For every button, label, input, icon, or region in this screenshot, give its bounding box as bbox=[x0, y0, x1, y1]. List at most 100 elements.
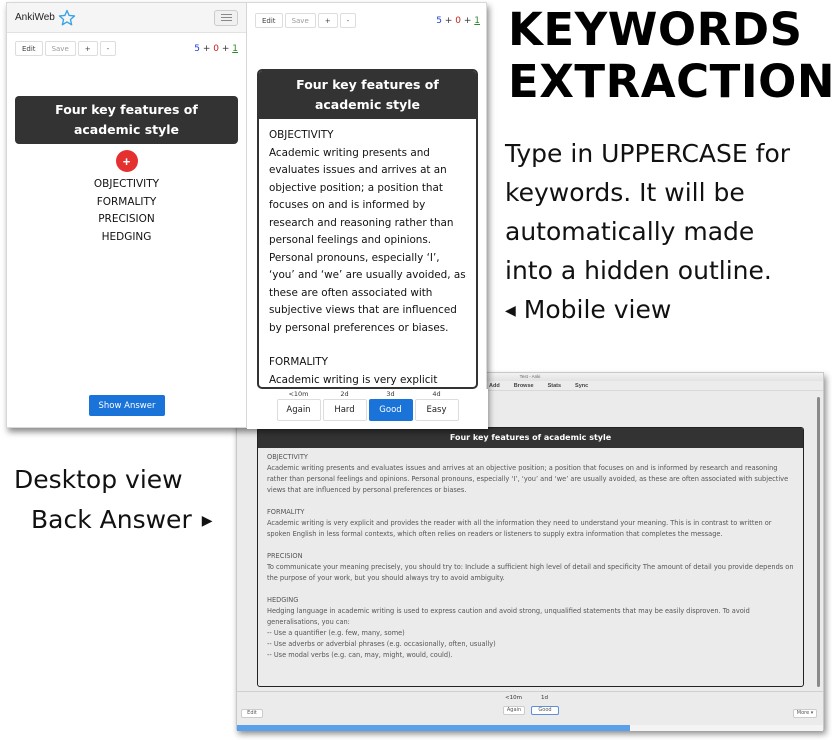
description-line: keywords. It will be bbox=[505, 178, 745, 207]
good-button[interactable]: Good bbox=[368, 399, 413, 421]
description-line: into a hidden outline. bbox=[505, 256, 772, 285]
reveal-plus-icon[interactable]: + bbox=[115, 150, 138, 172]
description-line: automatically made bbox=[505, 217, 755, 246]
add-tag-button[interactable]: + bbox=[317, 13, 338, 28]
keyword-item: HEDGING bbox=[101, 230, 152, 243]
due-counts: 5 + 0 + 1 bbox=[194, 44, 238, 54]
menu-add[interactable]: Add bbox=[489, 381, 500, 390]
ease-hard: 2d Hard bbox=[322, 389, 367, 429]
save-button[interactable]: Save bbox=[284, 13, 316, 28]
keyword-outline: OBJECTIVITY FORMALITY PRECISION HEDGING bbox=[7, 176, 246, 246]
remove-tag-button[interactable]: - bbox=[99, 41, 117, 56]
section-heading: PRECISION bbox=[267, 552, 303, 560]
section-text: Academic writing presents and evaluates … bbox=[269, 146, 466, 334]
desktop-card-body: OBJECTIVITY Academic writing presents an… bbox=[258, 448, 803, 676]
section-precision: PRECISION To communicate your meaning pr… bbox=[267, 551, 794, 584]
section-text: Academic writing is very explicit bbox=[269, 373, 438, 386]
headline: KEYWORDS EXTRACTION bbox=[508, 4, 832, 108]
bullet-line: -- Use adverbs or adverbial phrases (e.g… bbox=[267, 640, 496, 648]
section-heading: FORMALITY bbox=[267, 508, 305, 516]
section-text: To communicate your meaning precisely, y… bbox=[267, 563, 794, 582]
section-objectivity: OBJECTIVITY Academic writing presents an… bbox=[269, 127, 466, 337]
easy-button[interactable]: Easy bbox=[414, 399, 459, 421]
count-separator: + bbox=[444, 15, 453, 26]
review-count: 1 bbox=[232, 43, 238, 54]
ease-interval: 4d bbox=[432, 390, 441, 398]
count-separator: + bbox=[202, 43, 211, 54]
section-text: Academic writing presents and evaluates … bbox=[267, 464, 789, 494]
desktop-card: Four key features of academic style OBJE… bbox=[257, 427, 804, 687]
headline-line: EXTRACTION bbox=[508, 55, 832, 108]
section-formality: FORMALITY Academic writing is very expli… bbox=[269, 354, 466, 387]
back-toolbar: Edit Save + - 5 + 0 + 1 bbox=[247, 3, 488, 36]
back-card: Four key features of academic style OBJE… bbox=[257, 69, 478, 389]
back-card-title: Four key features of academic style bbox=[259, 71, 476, 119]
mobile-view-label: Mobile view bbox=[523, 295, 672, 324]
bullet-line: -- Use modal verbs (e.g. can, may, might… bbox=[267, 651, 453, 659]
show-answer-button[interactable]: Show Answer bbox=[89, 395, 165, 416]
bullet-line: -- Use a quantifier (e.g. few, many, som… bbox=[267, 629, 405, 637]
description-line: Type in UPPERCASE for bbox=[505, 139, 791, 168]
front-pane: AnkiWeb Edit Save + - 5 + 0 + 1 Four key… bbox=[7, 3, 247, 427]
section-text: Academic writing is very explicit and pr… bbox=[267, 519, 772, 538]
triangle-left-icon: ◀ bbox=[505, 303, 516, 319]
new-count: 5 bbox=[194, 43, 200, 54]
section-heading: HEDGING bbox=[267, 596, 299, 604]
remove-tag-button[interactable]: - bbox=[339, 13, 357, 28]
navbar: AnkiWeb bbox=[7, 3, 246, 33]
front-card-title: Four key features of academic style bbox=[15, 96, 238, 144]
back-card-body: OBJECTIVITY Academic writing presents an… bbox=[259, 119, 476, 387]
hard-button[interactable]: Hard bbox=[322, 399, 367, 421]
desktop-label-line-2: Back Answer ▶ bbox=[14, 500, 213, 541]
ease-interval: <10m bbox=[288, 390, 309, 398]
menu-stats[interactable]: Stats bbox=[548, 381, 561, 390]
ease-good: 3d Good bbox=[368, 389, 413, 429]
section-hedging: HEDGING Hedging language in academic wri… bbox=[267, 595, 794, 661]
section-heading: OBJECTIVITY bbox=[269, 129, 334, 141]
desktop-label-line: Desktop view bbox=[14, 465, 183, 494]
section-heading: OBJECTIVITY bbox=[267, 453, 308, 461]
desktop-card-title: Four key features of academic style bbox=[258, 428, 803, 448]
desktop-bottom-bar: Edit <10m Again 1d Good More ▾ bbox=[237, 691, 823, 731]
ease-again: <10m Again bbox=[276, 389, 321, 429]
keyword-item: OBJECTIVITY bbox=[93, 178, 160, 190]
learn-count: 0 bbox=[455, 15, 461, 26]
ease-interval: 3d bbox=[386, 390, 395, 398]
progress-fill bbox=[237, 725, 630, 731]
progress-bar bbox=[237, 725, 823, 731]
triangle-right-icon: ▶ bbox=[201, 513, 213, 529]
ease-easy: 4d Easy bbox=[414, 389, 459, 429]
edit-button[interactable]: Edit bbox=[255, 13, 283, 28]
section-objectivity: OBJECTIVITY Academic writing presents an… bbox=[267, 452, 794, 496]
hamburger-menu-icon[interactable] bbox=[214, 9, 238, 26]
learn-count: 0 bbox=[213, 43, 219, 54]
again-button[interactable]: Again bbox=[276, 399, 321, 421]
ease-interval: 2d bbox=[340, 390, 349, 398]
due-counts: 5 + 0 + 1 bbox=[436, 16, 480, 26]
new-count: 5 bbox=[436, 15, 442, 26]
save-button[interactable]: Save bbox=[44, 41, 76, 56]
keyword-item: PRECISION bbox=[98, 213, 155, 225]
front-toolbar: Edit Save + - 5 + 0 + 1 bbox=[7, 33, 246, 64]
keyword-item: FORMALITY bbox=[96, 195, 157, 208]
scrollbar[interactable] bbox=[817, 397, 820, 687]
brand-name[interactable]: AnkiWeb bbox=[15, 12, 55, 23]
more-button[interactable]: More ▾ bbox=[793, 709, 817, 718]
description: Type in UPPERCASE for keywords. It will … bbox=[505, 134, 790, 331]
desktop-view-label: Desktop view Back Answer ▶ bbox=[14, 460, 213, 541]
add-tag-button[interactable]: + bbox=[77, 41, 98, 56]
ankiweb-star-icon bbox=[58, 9, 76, 25]
again-button[interactable]: Again bbox=[503, 706, 525, 715]
review-count: 1 bbox=[474, 15, 480, 26]
section-text: Hedging language in academic writing is … bbox=[267, 607, 750, 626]
good-button[interactable]: Good bbox=[531, 706, 559, 715]
menu-browse[interactable]: Browse bbox=[514, 381, 534, 390]
edit-button[interactable]: Edit bbox=[241, 709, 263, 718]
back-pane: Edit Save + - 5 + 0 + 1 Four key feature… bbox=[247, 3, 488, 429]
edit-button[interactable]: Edit bbox=[15, 41, 43, 56]
ease-interval: <10m bbox=[505, 695, 522, 701]
section-formality: FORMALITY Academic writing is very expli… bbox=[267, 507, 794, 540]
headline-line: KEYWORDS bbox=[508, 3, 803, 56]
menu-sync[interactable]: Sync bbox=[575, 381, 588, 390]
section-heading: FORMALITY bbox=[269, 356, 328, 368]
